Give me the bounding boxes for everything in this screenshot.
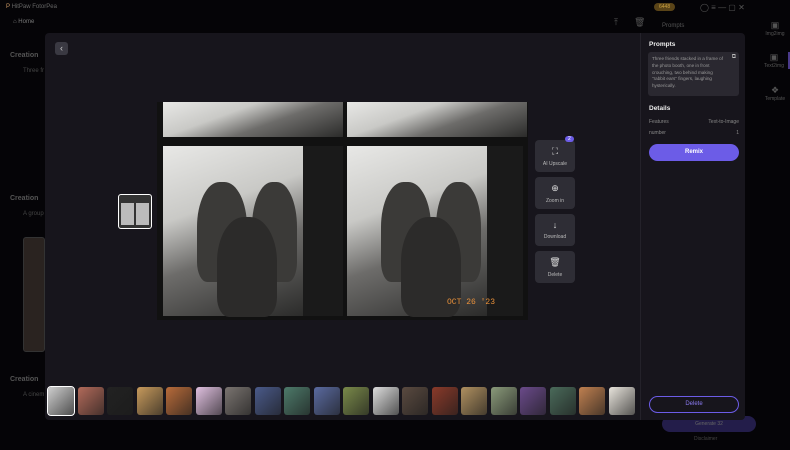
- side-tab-img2img[interactable]: ▣ Img2img: [760, 20, 790, 37]
- delete-image-button[interactable]: 🗑 Delete: [535, 251, 575, 283]
- credits-count: 6448: [659, 4, 671, 10]
- bg-section-title: Creation: [10, 376, 39, 383]
- detail-row-features: Features Text-to-Image: [649, 119, 739, 125]
- bg-section-desc: A cinem: [23, 392, 45, 398]
- generated-image: OCT 26 '23: [157, 102, 528, 320]
- thumbnail-item[interactable]: [431, 387, 458, 415]
- zoom-in-button[interactable]: ⊕ Zoom in: [535, 177, 575, 209]
- app-title: P HitPaw FotorPea: [6, 4, 57, 10]
- action-label: Zoom in: [545, 198, 565, 204]
- bg-section-title: Creation: [10, 195, 39, 202]
- copy-icon[interactable]: ⧉: [732, 54, 736, 61]
- side-tab-label: Template: [764, 96, 786, 102]
- prompt-text: Three friends stacked in a frame of the …: [652, 56, 723, 89]
- thumbnail-item[interactable]: [520, 387, 546, 415]
- home-icon: ⌂: [13, 19, 17, 25]
- trash-icon: 🗑: [549, 257, 561, 267]
- zoom-in-icon: ⊕: [551, 183, 559, 193]
- bg-image: [23, 237, 45, 352]
- bg-section-desc: A group: [23, 211, 44, 217]
- thumbnail-item[interactable]: [608, 387, 635, 415]
- details-panel: Prompts Three friends stacked in a frame…: [640, 33, 745, 420]
- expand-icon: ⛶: [551, 146, 559, 156]
- delete-button[interactable]: Delete: [649, 396, 739, 413]
- detail-row-number: number 1: [649, 130, 739, 136]
- upload-icon[interactable]: ⤒: [614, 17, 618, 28]
- thumbnail-item[interactable]: [195, 387, 222, 415]
- credits-badge[interactable]: 6448: [654, 3, 676, 11]
- trash-icon[interactable]: 🗑: [634, 17, 645, 28]
- bg-section-title: Creation: [10, 52, 39, 59]
- prompts-heading: Prompts: [649, 41, 676, 48]
- generate-cost: 32: [717, 421, 723, 427]
- thumbnail-item[interactable]: [225, 387, 251, 415]
- bg-prompts-label: Prompts: [662, 23, 685, 29]
- thumbnail-item[interactable]: [47, 386, 75, 416]
- app-logo-icon: P: [6, 4, 10, 10]
- window-controls[interactable]: ◯ ≡ — ▢ ✕: [700, 3, 745, 12]
- side-tab-text2img[interactable]: ▣ Text2img: [760, 52, 790, 69]
- side-tab-label: Img2img: [765, 31, 785, 37]
- thumbnail-item[interactable]: [107, 387, 133, 415]
- thumbnail-item[interactable]: [254, 387, 281, 415]
- thumbnail-item[interactable]: [461, 387, 487, 415]
- remix-button[interactable]: Remix: [649, 144, 739, 161]
- date-stamp: OCT 26 '23: [447, 298, 496, 307]
- thumbnail-item[interactable]: [490, 387, 517, 415]
- action-label: AI Upscale: [542, 161, 568, 167]
- thumbnail-item[interactable]: [402, 387, 428, 415]
- thumbnail-strip: [47, 386, 635, 416]
- ai-upscale-button[interactable]: ⛶ AI Upscale: [535, 140, 575, 172]
- upscale-credit-badge: 2: [565, 136, 574, 142]
- thumbnail-item[interactable]: [77, 387, 104, 415]
- back-button[interactable]: ‹: [55, 42, 68, 55]
- prompt-box: Three friends stacked in a frame of the …: [648, 52, 739, 96]
- thumbnail-item[interactable]: [166, 387, 192, 415]
- side-tab-template[interactable]: ❖ Template: [760, 85, 790, 102]
- action-label: Download: [543, 234, 567, 240]
- thumbnail-item[interactable]: [372, 387, 399, 415]
- thumbnail-item[interactable]: [136, 387, 163, 415]
- selected-thumbnail-preview[interactable]: [118, 194, 152, 229]
- details-heading: Details: [649, 105, 671, 112]
- app-title-text: HitPaw FotorPea: [11, 4, 57, 10]
- bg-section-desc: Three fr: [23, 68, 45, 74]
- thumbnail-item[interactable]: [549, 387, 576, 415]
- disclaimer-link[interactable]: Disclaimer: [694, 436, 717, 442]
- thumbnail-item[interactable]: [313, 387, 340, 415]
- home-nav[interactable]: ⌂ Home: [13, 19, 34, 25]
- download-button[interactable]: ↓ Download: [535, 214, 575, 246]
- thumbnail-item[interactable]: [284, 387, 310, 415]
- home-label: Home: [18, 19, 35, 25]
- action-label: Delete: [547, 272, 563, 278]
- thumbnail-item[interactable]: [343, 387, 369, 415]
- thumbnail-item[interactable]: [579, 387, 605, 415]
- side-tab-label: Text2img: [763, 63, 784, 69]
- download-icon: ↓: [552, 220, 558, 230]
- chevron-left-icon: ‹: [60, 43, 63, 53]
